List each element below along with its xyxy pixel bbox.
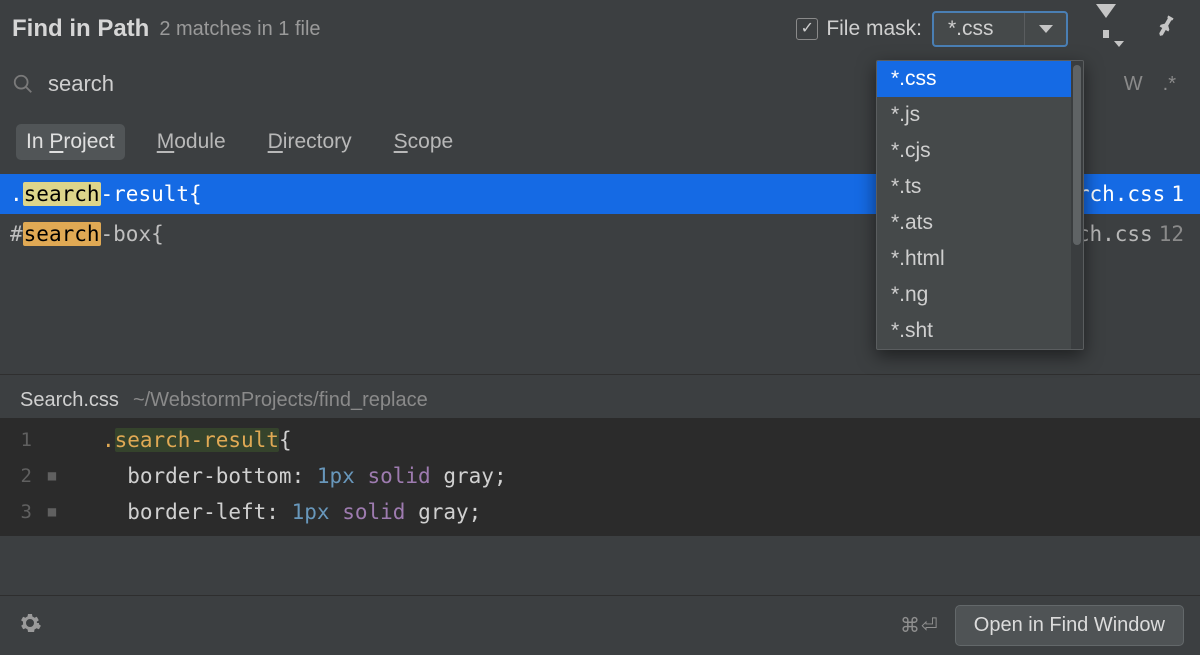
editor-line: 3■ border-left: 1px solid gray; [0, 494, 1200, 530]
chevron-down-icon [1114, 41, 1124, 47]
scope-tab-module[interactable]: Module [147, 124, 236, 160]
shortcut-hint: ⌘⏎ [900, 613, 939, 638]
dialog-header: Find in Path 2 matches in 1 file ✓ File … [0, 0, 1200, 58]
line-number: 2 [0, 465, 40, 487]
file-mask-dropdown-button[interactable] [1024, 13, 1066, 45]
gutter-mark: ■ [40, 468, 64, 484]
file-mask-label: File mask: [826, 17, 922, 41]
open-in-find-window-button[interactable]: Open in Find Window [955, 605, 1184, 646]
file-mask-checkbox-wrap: ✓ File mask: [796, 17, 922, 41]
file-mask-option[interactable]: *.sht [877, 313, 1071, 349]
file-mask-combo[interactable]: *.css [932, 11, 1068, 47]
file-mask-option[interactable]: *.ng [877, 277, 1071, 313]
search-icon [12, 73, 34, 95]
pin-icon [1148, 12, 1179, 46]
preview-editor[interactable]: 1 .search-result{2■ border-bottom: 1px s… [0, 418, 1200, 536]
preview-file-name: Search.css [20, 389, 119, 412]
pin-button[interactable] [1144, 11, 1184, 47]
whole-word-toggle[interactable]: W [1116, 69, 1151, 100]
file-mask-dropdown[interactable]: *.css*.js*.cjs*.ts*.ats*.html*.ng*.sht [876, 60, 1084, 350]
file-mask-value: *.css [934, 13, 1024, 45]
preview-file-path: ~/WebstormProjects/find_replace [133, 389, 428, 412]
chevron-down-icon [1039, 25, 1053, 33]
preview-header: Search.css ~/WebstormProjects/find_repla… [0, 374, 1200, 418]
gutter-mark: ■ [40, 504, 64, 520]
editor-code: border-bottom: 1px solid gray; [64, 464, 507, 488]
filter-button[interactable] [1086, 11, 1126, 47]
checkmark-icon: ✓ [801, 21, 814, 37]
editor-code: .search-result{ [64, 428, 292, 452]
editor-line: 1 .search-result{ [0, 422, 1200, 458]
dialog-footer: ⌘⏎ Open in Find Window [0, 595, 1200, 655]
file-mask-option[interactable]: *.ts [877, 169, 1071, 205]
dropdown-scrollbar[interactable] [1071, 61, 1083, 349]
editor-line: 2■ border-bottom: 1px solid gray; [0, 458, 1200, 494]
funnel-icon [1096, 4, 1116, 40]
file-mask-checkbox[interactable]: ✓ [796, 18, 818, 40]
file-mask-option[interactable]: *.cjs [877, 133, 1071, 169]
scope-tab-scope[interactable]: Scope [384, 124, 464, 160]
file-mask-option[interactable]: *.js [877, 97, 1071, 133]
line-number: 3 [0, 501, 40, 523]
file-mask-option[interactable]: *.html [877, 241, 1071, 277]
scrollbar-thumb[interactable] [1073, 65, 1081, 245]
regex-toggle[interactable]: .* [1155, 69, 1184, 100]
line-number: 1 [0, 429, 40, 451]
match-summary: 2 matches in 1 file [159, 18, 796, 41]
file-mask-option[interactable]: *.ats [877, 205, 1071, 241]
file-mask-option[interactable]: *.css [877, 61, 1071, 97]
scope-tab-directory[interactable]: Directory [258, 124, 362, 160]
settings-button[interactable] [18, 611, 42, 641]
dialog-title: Find in Path [12, 15, 149, 43]
scope-tab-in-project[interactable]: In Project [16, 124, 125, 160]
gear-icon [18, 611, 42, 635]
editor-code: border-left: 1px solid gray; [64, 500, 481, 524]
